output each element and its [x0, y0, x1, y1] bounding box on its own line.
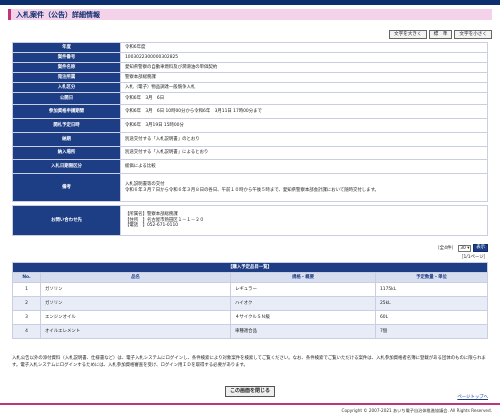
- copyright: Copyright © 2007-2021 あいち電子自治体推進協議会. All…: [341, 408, 492, 413]
- detail-row: 発注所属 警察本部総務課: [12, 72, 488, 83]
- detail-table: 年度 令和6年度 案件番号 1003022300000302825 案件名称 愛…: [12, 42, 488, 202]
- detail-label: 開札予定日時: [12, 118, 121, 133]
- item-name: エンジンオイル: [40, 310, 231, 325]
- item-name: ガソリン: [40, 282, 231, 297]
- detail-label: 納期: [12, 132, 121, 147]
- header-item-name: 品名: [40, 272, 231, 283]
- contact-line: 【電話 】052-671-0110: [125, 223, 179, 229]
- contact-label: お問い合わせ先: [12, 205, 121, 236]
- item-name: オイルエレメント: [40, 324, 231, 339]
- detail-value: 入札（電子）物品調達一般競争入札: [120, 82, 488, 93]
- item-quantity: 60L: [375, 310, 488, 325]
- item-quantity: 7個: [375, 324, 488, 339]
- contact-value: 【所属名】警察本部総務課 【住所 】名古屋市熱田区１－１－２０ 【電話 】052…: [120, 205, 488, 236]
- detail-row: 年度 令和6年度: [12, 42, 488, 53]
- table-row: 4 オイルエレメント 車種適合品 7個: [12, 324, 488, 339]
- detail-value: 令和6年 3月 6日: [120, 92, 488, 105]
- page-top-link[interactable]: ページトップへ: [457, 394, 488, 400]
- header-spec: 規格・概要: [230, 272, 376, 283]
- item-name: ガソリン: [40, 296, 231, 311]
- detail-row: 備考 入札説明書等の交付 令和６年３月７日から令和６年３月８日の各日、午前１０時…: [12, 173, 488, 202]
- item-no: 3: [12, 310, 41, 325]
- detail-value: 1003022300000302825: [120, 52, 488, 63]
- detail-label: 案件名称: [12, 62, 121, 73]
- detail-label: 公開日: [12, 92, 121, 105]
- detail-label: 案件番号: [12, 52, 121, 63]
- table-row: 2 ガソリン ハイオク 25kL: [12, 296, 488, 311]
- per-page-select[interactable]: 30 ▾: [458, 244, 472, 252]
- detail-value: 愛知県警察の自動車燃料及び潤滑油の単価契約: [120, 62, 488, 73]
- items-caption-row: 【購入予定品目一覧】: [12, 262, 488, 273]
- table-row: 3 エンジンオイル ４サイクルＳＮ級 60L: [12, 310, 488, 325]
- item-no: 1: [12, 282, 41, 297]
- detail-label: 発注所属: [12, 72, 121, 83]
- font-larger-button[interactable]: 文字を大きく: [389, 30, 427, 39]
- result-count: （全4件）: [434, 246, 457, 251]
- contact-row: お問い合わせ先 【所属名】警察本部総務課 【住所 】名古屋市熱田区１－１－２０ …: [12, 205, 488, 236]
- table-row: 1 ガソリン レギュラー 1175kL: [12, 282, 488, 297]
- item-quantity: 25kL: [375, 296, 488, 311]
- item-no: 4: [12, 324, 41, 339]
- detail-value: 総価による比較: [120, 159, 488, 174]
- detail-row: 開札予定日時 令和6年 3月19日 15時00分: [12, 118, 488, 133]
- detail-value: 令和6年 3月19日 15時00分: [120, 118, 488, 133]
- item-spec: ４サイクルＳＮ級: [230, 310, 376, 325]
- detail-row: 納期 別途交付する「入札説明書」のとおり: [12, 132, 488, 147]
- detail-label: 参加資格申請期間: [12, 104, 121, 119]
- detail-value: 別途交付する「入札説明書」のとおり: [120, 132, 488, 147]
- detail-value: 警察本部総務課: [120, 72, 488, 83]
- item-no: 2: [12, 296, 41, 311]
- chevron-down-icon: ▾: [467, 245, 470, 251]
- display-button[interactable]: 表示: [473, 244, 488, 252]
- item-quantity: 1175kL: [375, 282, 488, 297]
- contact-table: お問い合わせ先 【所属名】警察本部総務課 【住所 】名古屋市熱田区１－１－２０ …: [12, 205, 488, 236]
- items-header-row: No. 品名 規格・概要 予定数量・単位: [12, 272, 488, 283]
- detail-label: 備考: [12, 173, 121, 202]
- page-title-bar: 入札案件（公告）詳細情報: [8, 9, 492, 20]
- detail-label: 納入場所: [12, 146, 121, 160]
- page-info: ［1/1ページ］: [459, 255, 488, 260]
- items-table: 【購入予定品目一覧】 No. 品名 規格・概要 予定数量・単位 1 ガソリン レ…: [12, 262, 488, 339]
- detail-row: 参加資格申請期間 令和6年 3月 6日 10時00分から令和6年 3月11日 1…: [12, 104, 488, 119]
- detail-row: 入札日期限区分 総価による比較: [12, 159, 488, 174]
- remarks-line: 令和６年３月７日から令和６年３月８日の各日、午前１０時から午後５時まで、愛知県警…: [125, 187, 379, 193]
- detail-row: 案件名称 愛知県警察の自動車燃料及び潤滑油の単価契約: [12, 62, 488, 73]
- font-standard-button[interactable]: 標 準: [428, 30, 453, 39]
- font-size-controls: 文字を大きく 標 準 文字を小さく: [389, 30, 492, 39]
- detail-row: 納入場所 別途交付する「入札説明書」によるとおり: [12, 146, 488, 160]
- font-smaller-button[interactable]: 文字を小さく: [454, 30, 492, 39]
- header-no: No.: [12, 272, 41, 283]
- footer-bar: [0, 403, 500, 405]
- item-spec: レギュラー: [230, 282, 376, 297]
- per-page-value: 30: [460, 245, 466, 251]
- close-window-button[interactable]: この画面を閉じる: [225, 386, 275, 397]
- item-spec: 車種適合品: [230, 324, 376, 339]
- detail-value: 令和6年度: [120, 42, 488, 53]
- detail-label: 入札区分: [12, 82, 121, 93]
- items-caption: 【購入予定品目一覧】: [12, 262, 488, 273]
- header-quantity: 予定数量・単位: [375, 272, 488, 283]
- item-spec: ハイオク: [230, 296, 376, 311]
- detail-label: 入札日期限区分: [12, 159, 121, 174]
- detail-value: 令和6年 3月 6日 10時00分から令和6年 3月11日 17時00分まで: [120, 104, 488, 119]
- detail-label: 年度: [12, 42, 121, 53]
- remarks-value: 入札説明書等の交付 令和６年３月７日から令和６年３月８日の各日、午前１０時から午…: [120, 173, 488, 202]
- detail-value: 別途交付する「入札説明書」によるとおり: [120, 146, 488, 160]
- detail-row: 公開日 令和6年 3月 6日: [12, 92, 488, 105]
- detail-row: 入札区分 入札（電子）物品調達一般競争入札: [12, 82, 488, 93]
- page-title: 入札案件（公告）詳細情報: [16, 11, 100, 19]
- pager: （全4件） 30 ▾ 表示: [435, 244, 488, 252]
- top-bar: [0, 0, 500, 5]
- detail-row: 案件番号 1003022300000302825: [12, 52, 488, 63]
- attachment-note: 入札公告以外の添付資料（入札説明書、仕様書など）は、電子入札システムにログインし…: [12, 356, 486, 368]
